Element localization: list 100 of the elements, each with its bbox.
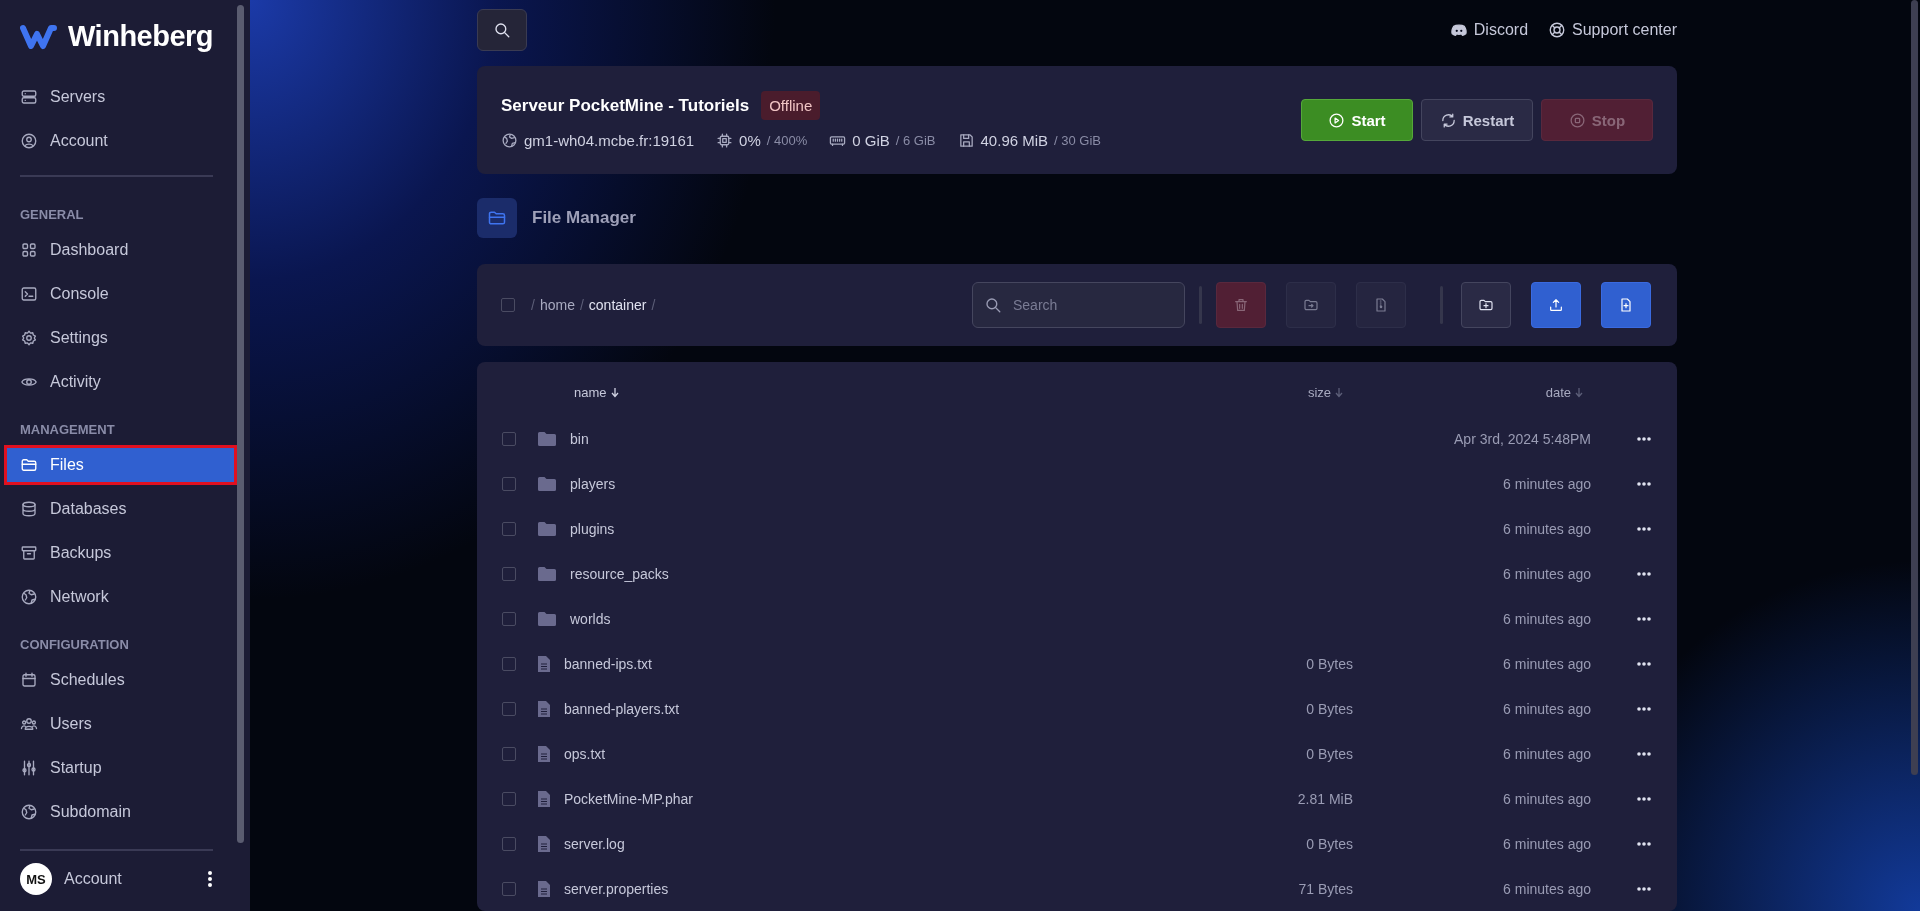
row-checkbox[interactable] <box>502 521 516 536</box>
column-header[interactable]: name <box>567 384 1203 400</box>
modified-date: 6 minutes ago <box>1502 745 1592 762</box>
row-checkbox[interactable] <box>502 431 516 446</box>
select-all-checkbox[interactable] <box>501 298 515 313</box>
sidebar-item[interactable]: Account <box>4 121 237 161</box>
sidebar-item[interactable]: Subdomain <box>4 792 237 832</box>
search-field[interactable]: Search <box>972 282 1185 329</box>
stop-icon <box>1568 111 1586 129</box>
globe-icon <box>20 803 38 821</box>
more-icon[interactable] <box>1637 481 1651 486</box>
grid-icon <box>20 241 38 259</box>
row-checkbox[interactable] <box>502 746 516 761</box>
file-name[interactable]: bin <box>567 430 1203 447</box>
column-header[interactable]: date <box>1353 384 1619 400</box>
file-size: 0 Bytes <box>1305 835 1353 852</box>
row-checkbox[interactable] <box>502 881 516 896</box>
breadcrumb-link[interactable]: container <box>588 297 647 314</box>
sidebar-item[interactable]: Settings <box>4 318 237 358</box>
sidebar-item[interactable]: Backups <box>4 533 237 573</box>
more-icon[interactable] <box>207 870 213 888</box>
sidebar-item[interactable]: Console <box>4 274 237 314</box>
new-file-button[interactable] <box>1601 282 1651 329</box>
folder-icon <box>20 456 38 474</box>
more-icon[interactable] <box>1637 841 1651 846</box>
modified-date: 6 minutes ago <box>1502 880 1592 897</box>
modified-date: 6 minutes ago <box>1502 835 1592 852</box>
restart-button[interactable]: Restart <box>1421 99 1533 142</box>
sidebar-item[interactable]: Files <box>4 445 237 485</box>
row-checkbox[interactable] <box>502 476 516 491</box>
more-icon[interactable] <box>1637 751 1651 756</box>
account-label[interactable]: Account <box>64 870 195 888</box>
file-icon <box>537 879 551 898</box>
file-name[interactable]: PocketMine-MP.phar <box>564 790 1203 807</box>
new-folder-button[interactable] <box>1461 282 1511 329</box>
row-checkbox[interactable] <box>502 566 516 581</box>
file-size: 0 Bytes <box>1305 745 1353 762</box>
more-icon[interactable] <box>1637 526 1651 531</box>
row-checkbox[interactable] <box>502 836 516 851</box>
scrollbar[interactable] <box>1911 0 1918 775</box>
search-icon <box>493 21 511 39</box>
file-name[interactable]: ops.txt <box>564 745 1203 762</box>
zip-icon <box>1373 297 1389 314</box>
row-checkbox[interactable] <box>502 656 516 671</box>
more-icon[interactable] <box>1637 886 1651 891</box>
more-icon[interactable] <box>1637 706 1651 711</box>
file-name[interactable]: server.properties <box>564 880 1203 897</box>
sidebar-item[interactable]: Databases <box>4 489 237 529</box>
sidebar-item[interactable]: Schedules <box>4 660 237 700</box>
start-button[interactable]: Start <box>1301 99 1413 142</box>
search-button[interactable] <box>477 9 527 51</box>
file-name[interactable]: players <box>567 475 1203 492</box>
row-checkbox[interactable] <box>502 701 516 716</box>
file-size: 0 Bytes <box>1305 655 1353 672</box>
globe-icon <box>501 132 518 150</box>
server-icon <box>20 88 38 106</box>
more-icon[interactable] <box>1637 616 1651 621</box>
calendar-icon <box>20 671 38 689</box>
more-icon[interactable] <box>1637 436 1651 441</box>
more-icon[interactable] <box>1637 571 1651 576</box>
file-icon <box>537 744 551 763</box>
sort-arrow-icon <box>1335 386 1343 398</box>
cpu-icon <box>716 132 734 150</box>
server-name: Serveur PocketMine - Tutoriels <box>501 95 750 116</box>
file-name[interactable]: banned-players.txt <box>564 700 1203 717</box>
section-heading: MANAGEMENT <box>19 421 116 439</box>
sidebar-item[interactable]: Startup <box>4 748 237 788</box>
row-checkbox[interactable] <box>502 791 516 806</box>
upload-icon <box>1548 297 1564 314</box>
file-name[interactable]: banned-ips.txt <box>564 655 1203 672</box>
file-name[interactable]: server.log <box>564 835 1203 852</box>
sort-arrow-icon <box>610 386 619 398</box>
header-link[interactable]: Discord <box>1449 21 1529 39</box>
stat-limit: / 400% <box>766 133 808 149</box>
avatar[interactable]: MS <box>20 863 52 895</box>
file-size: 2.81 MiB <box>1296 790 1353 807</box>
header-link[interactable]: Support center <box>1548 21 1677 39</box>
new-file-icon <box>1618 297 1634 314</box>
breadcrumb-link[interactable]: home <box>539 297 575 314</box>
section-heading: GENERAL <box>19 206 85 224</box>
stat-limit: / 30 GiB <box>1054 133 1102 149</box>
sidebar-item[interactable]: Dashboard <box>4 230 237 270</box>
sidebar-item[interactable]: Activity <box>4 362 237 402</box>
restart-icon <box>1439 111 1457 129</box>
more-icon[interactable] <box>1637 661 1651 666</box>
scrollbar[interactable] <box>237 5 244 843</box>
file-size: 71 Bytes <box>1297 880 1353 897</box>
sidebar-item[interactable]: Servers <box>4 77 237 117</box>
row-checkbox[interactable] <box>502 611 516 626</box>
upload-button[interactable] <box>1531 282 1581 329</box>
file-name[interactable]: resource_packs <box>567 565 1203 582</box>
file-name[interactable]: plugins <box>567 520 1203 537</box>
stat-value: 0% <box>739 132 761 150</box>
file-name[interactable]: worlds <box>567 610 1203 627</box>
modified-date: Apr 3rd, 2024 5:48PM <box>1453 430 1592 447</box>
column-header[interactable]: size <box>1203 384 1353 400</box>
sidebar-item[interactable]: Network <box>4 577 237 617</box>
sidebar-item[interactable]: Users <box>4 704 237 744</box>
trash-icon <box>1233 297 1249 314</box>
more-icon[interactable] <box>1637 796 1651 801</box>
